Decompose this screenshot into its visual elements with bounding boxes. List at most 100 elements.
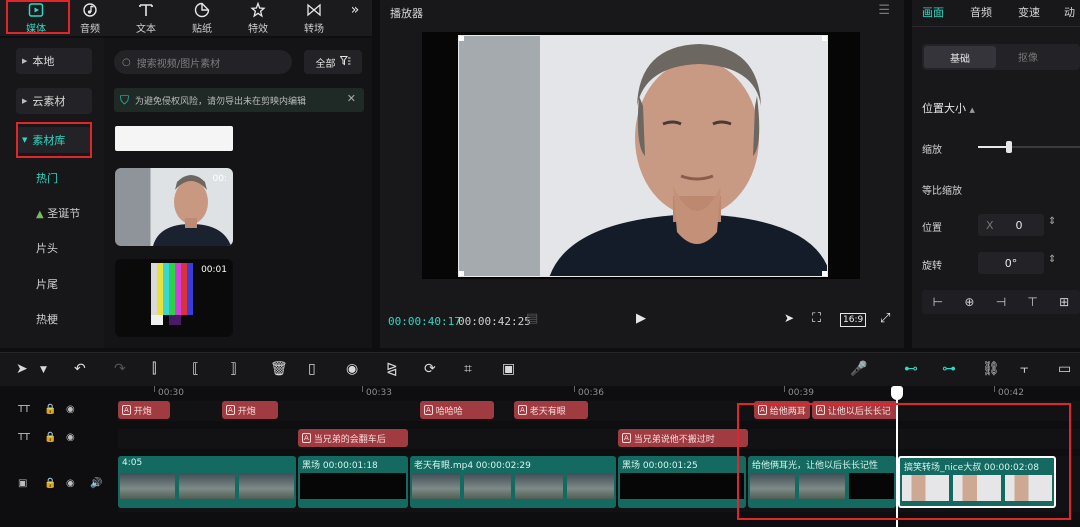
- playhead[interactable]: [891, 386, 903, 527]
- stepper-icon[interactable]: ⇕: [1048, 254, 1056, 265]
- tool-sticker[interactable]: 贴纸: [176, 0, 228, 36]
- play-button[interactable]: ▶: [636, 311, 646, 326]
- split-track-icon[interactable]: ⫟: [1020, 361, 1028, 377]
- tab-animation[interactable]: 动: [1064, 4, 1075, 20]
- video-clip-black[interactable]: 黑场 00:00:01:18: [298, 456, 408, 508]
- lock-icon[interactable]: 🔒: [44, 478, 56, 489]
- sidebar-item-library[interactable]: ▼ 素材库: [16, 127, 92, 153]
- align-left-icon[interactable]: ⊢: [922, 295, 954, 309]
- speaker-icon[interactable]: 🔊: [90, 478, 102, 489]
- preview-axis-icon[interactable]: ▭: [1058, 361, 1071, 377]
- redo-icon[interactable]: ↷: [114, 361, 126, 377]
- text-clip[interactable]: A 给他两耳: [754, 401, 810, 419]
- sidebar-sub-intro[interactable]: 片头: [36, 240, 58, 256]
- seg-cutout[interactable]: 抠像: [1018, 49, 1038, 64]
- text-clip[interactable]: A 开炮: [222, 401, 278, 419]
- crop-handle[interactable]: [459, 36, 464, 41]
- video-clip-black[interactable]: 黑场 00:00:01:25: [618, 456, 746, 508]
- crop-handle[interactable]: [822, 36, 827, 41]
- tool-effects[interactable]: 特效: [232, 0, 284, 36]
- video-clip[interactable]: 给他俩耳光，让他以后长长记性: [748, 456, 896, 508]
- align-middle-icon[interactable]: ⊞: [1048, 295, 1080, 309]
- select-tool-icon[interactable]: ➤: [16, 361, 28, 377]
- split-icon[interactable]: ⫿: [152, 361, 156, 377]
- crop-icon[interactable]: ⌗: [464, 361, 472, 377]
- basic-cutout-switch[interactable]: 基础 抠像: [922, 44, 1080, 70]
- tool-media[interactable]: 媒体: [10, 0, 62, 36]
- tab-canvas[interactable]: 画面: [922, 4, 944, 20]
- text-clip[interactable]: A 让他以后长长记: [812, 401, 898, 419]
- align-top-icon[interactable]: ⊤: [1017, 295, 1049, 309]
- delete-icon[interactable]: 🗑: [270, 361, 288, 377]
- scale-slider[interactable]: [978, 141, 1080, 153]
- preview-screen[interactable]: [422, 32, 860, 279]
- sidebar-item-cloud[interactable]: ▶ 云素材: [16, 88, 92, 114]
- waveform-icon[interactable]: ▤: [526, 311, 538, 326]
- text-clip[interactable]: A 哈哈哈: [420, 401, 494, 419]
- sidebar-sub-outro[interactable]: 片尾: [36, 276, 58, 292]
- stepper-icon[interactable]: ⇕: [1048, 216, 1056, 227]
- crop-handle[interactable]: [459, 271, 464, 276]
- trim-left-icon[interactable]: ⟦: [192, 361, 199, 377]
- time-ruler[interactable]: 00:30 00:33 00:36 00:39 00:42: [118, 386, 1080, 400]
- video-clip-label: 老天有眼.mp4 00:00:02:29: [414, 461, 531, 471]
- chevron-down-icon[interactable]: ▼: [40, 365, 47, 375]
- menu-icon[interactable]: ☰: [878, 3, 890, 18]
- sidebar-sub-memes[interactable]: 热梗: [36, 311, 58, 327]
- double-chevron-icon: »: [350, 2, 360, 18]
- text-clip[interactable]: A 当兄弟的会翻车后: [298, 429, 408, 447]
- close-icon[interactable]: ✕: [347, 92, 356, 105]
- freeze-frame-icon[interactable]: ▯: [308, 361, 316, 377]
- fullscreen-fit-icon[interactable]: ⛶: [812, 311, 821, 326]
- sidebar-item-local[interactable]: ▶ 本地: [16, 48, 92, 74]
- asset-thumb-man-face[interactable]: 00:: [115, 168, 233, 246]
- sidebar-sub-hot[interactable]: 热门: [36, 170, 58, 186]
- video-clip[interactable]: 老天有眼.mp4 00:00:02:29: [410, 456, 616, 508]
- smart-tool-icon[interactable]: ▣: [502, 361, 515, 377]
- align-right-icon[interactable]: ⊣: [985, 295, 1017, 309]
- video-track-header: ▣ 🔒 ◉ 🔊: [0, 470, 118, 500]
- filter-button[interactable]: 全部: [304, 50, 362, 74]
- auto-snap-icon[interactable]: ⊶: [942, 361, 956, 377]
- playhead-handle[interactable]: [891, 386, 903, 400]
- align-center-h-icon[interactable]: ⊕: [954, 295, 986, 309]
- undo-icon[interactable]: ↶: [74, 361, 86, 377]
- mirror-icon[interactable]: ⧎: [386, 361, 398, 377]
- eye-icon[interactable]: ◉: [66, 404, 75, 415]
- lock-icon[interactable]: 🔒: [44, 404, 56, 415]
- rotate-icon[interactable]: ⟳: [424, 361, 436, 377]
- reverse-icon[interactable]: ◉: [346, 361, 358, 377]
- text-clip[interactable]: A 当兄弟说他不搬过时: [618, 429, 748, 447]
- asset-thumb-white[interactable]: [115, 126, 233, 151]
- sidebar-sub-christmas[interactable]: ▲ 圣诞节: [36, 205, 80, 221]
- tool-transition[interactable]: 转场: [288, 0, 340, 36]
- lock-icon[interactable]: 🔒: [44, 432, 56, 443]
- tool-text[interactable]: 文本: [120, 0, 172, 36]
- rotate-field[interactable]: 0°: [978, 252, 1044, 274]
- tab-speed[interactable]: 变速: [1018, 4, 1040, 20]
- position-x-field[interactable]: X 0: [978, 214, 1044, 236]
- text-clip[interactable]: A 老天有眼: [514, 401, 588, 419]
- search-input[interactable]: ○ 搜索视频/图片素材: [114, 50, 292, 74]
- trim-right-icon[interactable]: ⟧: [230, 361, 237, 377]
- eye-icon[interactable]: ◉: [66, 432, 75, 443]
- expand-icon[interactable]: ⤢: [880, 311, 890, 326]
- text-clip[interactable]: A 开炮: [118, 401, 170, 419]
- aspect-ratio-button[interactable]: 16:9: [840, 313, 867, 327]
- link-icon[interactable]: ⛓: [982, 361, 1000, 377]
- seg-basic[interactable]: 基础: [924, 46, 996, 68]
- scale-slider-handle[interactable]: [1005, 141, 1012, 153]
- ruler-tick: [574, 386, 575, 392]
- video-clip-selected[interactable]: 搞笑转场_nice大叔 00:00:02:08: [898, 456, 1056, 508]
- main-track-magnet-icon[interactable]: ⊷: [904, 361, 918, 377]
- tab-audio[interactable]: 音频: [970, 4, 992, 20]
- eye-icon[interactable]: ◉: [66, 478, 75, 489]
- tool-audio[interactable]: 音频: [64, 0, 116, 36]
- microphone-icon[interactable]: 🎤: [850, 361, 867, 377]
- preview-frame[interactable]: [458, 35, 828, 277]
- more-tools-button[interactable]: »: [340, 0, 370, 36]
- crop-handle[interactable]: [822, 271, 827, 276]
- video-clip[interactable]: 4:05: [118, 456, 296, 508]
- asset-thumb-color-bars[interactable]: 00:01: [115, 259, 233, 337]
- christmas-tree-icon: ▲: [36, 209, 44, 220]
